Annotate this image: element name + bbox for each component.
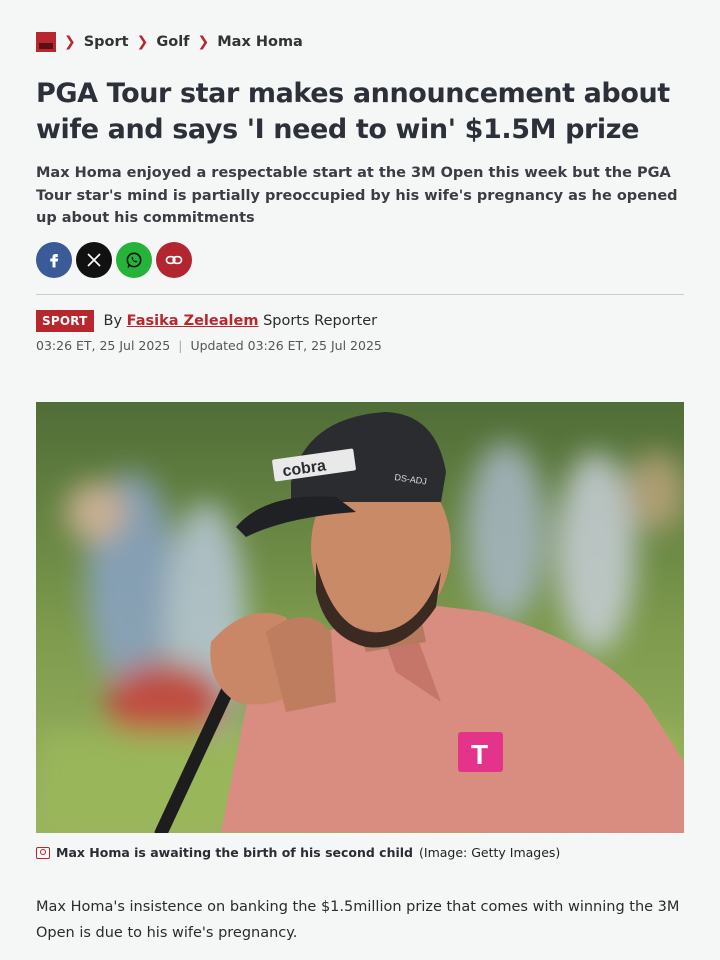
caption-credit: (Image: Getty Images) (419, 845, 561, 860)
article-standfirst: Max Homa enjoyed a respectable start at … (36, 165, 678, 226)
whatsapp-icon (126, 252, 142, 268)
byline-by: By (103, 313, 123, 329)
chevron-right-icon: ❯ (136, 34, 149, 50)
breadcrumb: ❯ Sport ❯ Golf ❯ Max Homa (36, 30, 684, 54)
camera-icon (36, 846, 50, 859)
facebook-share-button[interactable] (36, 242, 72, 278)
breadcrumb-golf[interactable]: Golf (156, 34, 189, 50)
link-icon (165, 255, 183, 265)
copy-link-button[interactable] (156, 242, 192, 278)
updated-time: Updated 03:26 ET, 25 Jul 2025 (190, 338, 382, 353)
separator: | (178, 338, 183, 353)
shirt-logo-text: T (471, 739, 488, 770)
breadcrumb-max-homa[interactable]: Max Homa (217, 34, 303, 50)
section-tag[interactable]: SPORT (36, 310, 94, 332)
facebook-icon (50, 254, 59, 268)
divider (36, 294, 684, 295)
byline: SPORT By Fasika Zelealem Sports Reporter (36, 310, 684, 332)
image-caption: Max Homa is awaiting the birth of his se… (36, 845, 684, 860)
share-bar (36, 242, 684, 278)
byline-text: By Fasika Zelealem Sports Reporter (104, 313, 378, 329)
x-icon (87, 253, 101, 267)
author-role: Sports Reporter (263, 313, 378, 329)
chevron-right-icon: ❯ (197, 34, 210, 50)
article-body-paragraph: Max Homa's insistence on banking the $1.… (36, 899, 680, 941)
timestamp-row: 03:26 ET, 25 Jul 2025 | Updated 03:26 ET… (36, 338, 684, 353)
published-time: 03:26 ET, 25 Jul 2025 (36, 338, 171, 353)
caption-text: Max Homa is awaiting the birth of his se… (56, 845, 414, 860)
x-share-button[interactable] (76, 242, 112, 278)
site-logo-icon[interactable] (36, 32, 56, 52)
chevron-right-icon: ❯ (64, 34, 76, 50)
hero-image[interactable]: cobra DS-ADJ T (36, 402, 684, 833)
article-headline: PGA Tour star makes announcement about w… (36, 78, 670, 145)
whatsapp-share-button[interactable] (116, 242, 152, 278)
breadcrumb-sport[interactable]: Sport (84, 34, 129, 50)
golfer-photo: cobra DS-ADJ T (36, 402, 684, 833)
author-link[interactable]: Fasika Zelealem (127, 313, 259, 329)
